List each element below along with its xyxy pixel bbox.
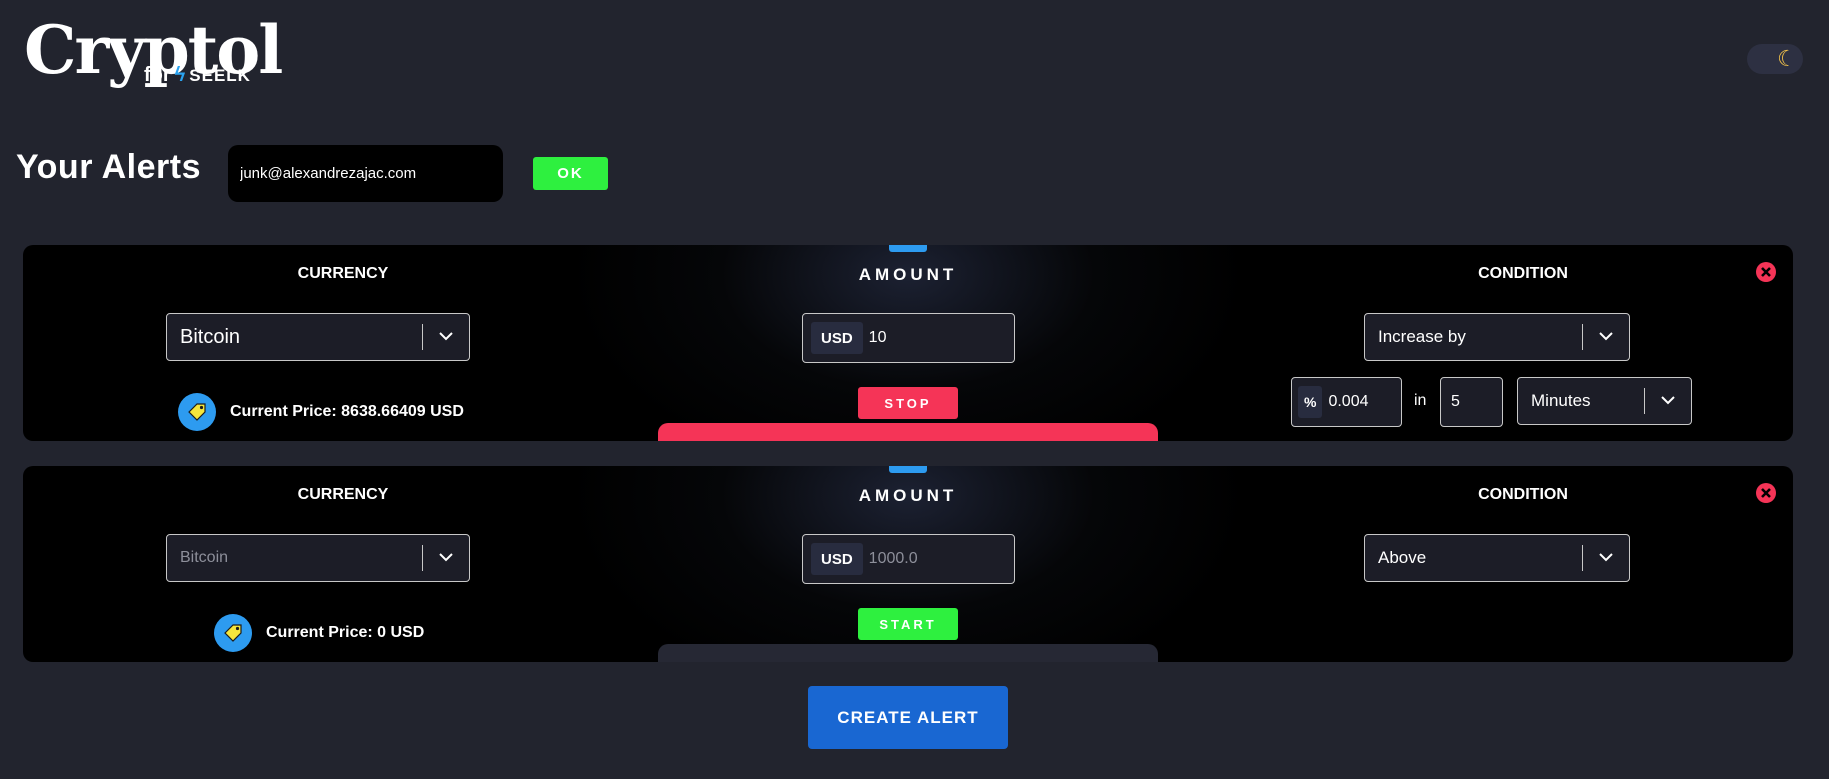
current-price-text: Current Price: 8638.66409 USD [230, 403, 464, 420]
chevron-down-icon [1645, 392, 1691, 410]
logo-brand: SEELK [189, 65, 251, 85]
status-bar [658, 644, 1158, 662]
tag-icon [214, 614, 252, 652]
card-tab [889, 245, 927, 252]
percent-input[interactable] [1328, 393, 1397, 411]
currency-label: CURRENCY [297, 486, 389, 503]
currency-label: CURRENCY [297, 265, 389, 282]
interval-input[interactable] [1440, 377, 1503, 427]
logo-for: for [144, 64, 171, 86]
close-icon[interactable] [1755, 482, 1777, 504]
close-icon[interactable] [1755, 261, 1777, 283]
amount-label: AMOUNT [858, 486, 958, 505]
percent-prefix: % [1298, 386, 1323, 418]
condition-label: CONDITION [1478, 265, 1568, 282]
unit-select[interactable]: Minutes [1517, 377, 1692, 425]
create-alert-button[interactable]: CREATE ALERT [808, 686, 1008, 749]
tag-icon [178, 393, 216, 431]
page-title: Your Alerts [16, 148, 201, 186]
currency-prefix: USD [811, 543, 863, 575]
amount-input[interactable] [868, 329, 999, 347]
chevron-down-icon [423, 328, 469, 346]
logo-sub: for ϟ SEELK [144, 64, 251, 87]
amount-input-group: USD [802, 534, 1015, 584]
current-price: Current Price: 8638.66409 USD [178, 393, 464, 431]
stop-button[interactable]: STOP [858, 387, 958, 419]
current-price-text: Current Price: 0 USD [266, 624, 425, 641]
start-button[interactable]: START [858, 608, 958, 640]
amount-input-group: USD [802, 313, 1015, 363]
chevron-down-icon [423, 549, 469, 567]
chevron-down-icon [1583, 549, 1629, 567]
currency-value: Bitcoin [180, 325, 241, 348]
amount-input[interactable] [868, 550, 999, 568]
condition-value: Above [1378, 548, 1427, 567]
currency-select[interactable]: Bitcoin [166, 313, 470, 361]
bolt-icon: ϟ [174, 64, 186, 86]
condition-value: Increase by [1378, 327, 1466, 346]
currency-select[interactable]: Bitcoin [166, 534, 470, 582]
alert-card: CURRENCY AMOUNT CONDITION Bitcoin USD Cu… [23, 245, 1793, 441]
condition-select[interactable]: Increase by [1364, 313, 1630, 361]
in-label: in [1414, 392, 1427, 409]
condition-select[interactable]: Above [1364, 534, 1630, 582]
condition-label: CONDITION [1478, 486, 1568, 503]
current-price: Current Price: 0 USD [214, 614, 424, 652]
email-input[interactable] [228, 145, 503, 202]
card-tab [889, 466, 927, 473]
percent-input-group: % [1291, 377, 1402, 427]
alert-card: CURRENCY AMOUNT CONDITION Bitcoin USD Cu… [23, 466, 1793, 662]
unit-value: Minutes [1531, 391, 1591, 410]
amount-label: AMOUNT [858, 265, 958, 284]
moon-icon: ☾ [1777, 46, 1797, 71]
ok-button[interactable]: OK [533, 157, 608, 190]
currency-prefix: USD [811, 322, 863, 354]
currency-value: Bitcoin [180, 549, 229, 566]
theme-toggle[interactable]: ☾ [1747, 44, 1803, 74]
chevron-down-icon [1583, 328, 1629, 346]
status-bar [658, 423, 1158, 441]
